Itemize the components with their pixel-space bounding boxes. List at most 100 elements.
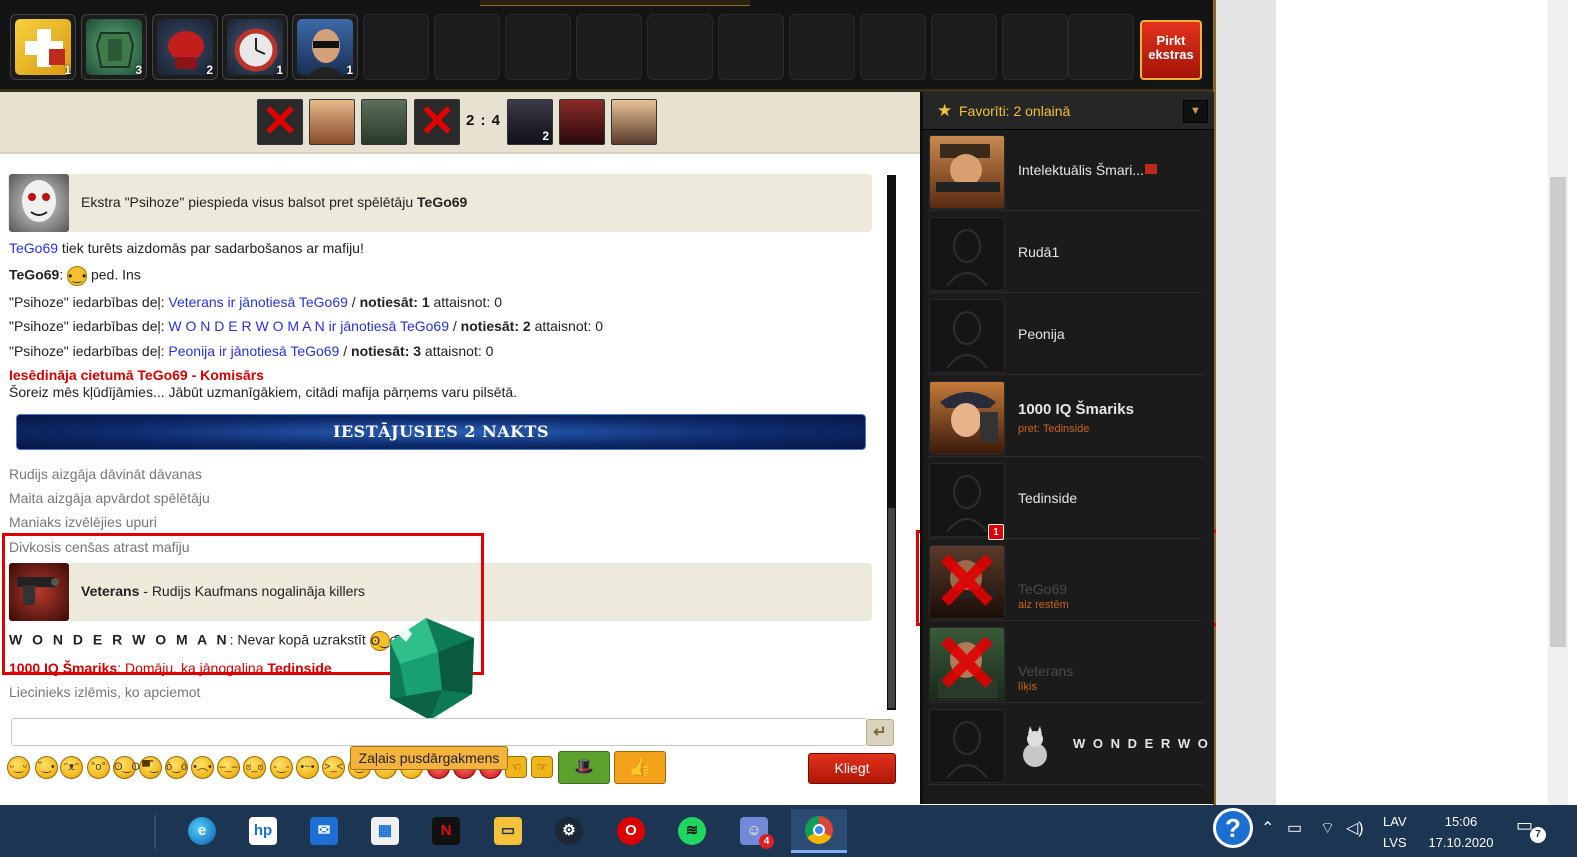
extra-first-aid[interactable]: 1 (10, 14, 76, 80)
player-avatar[interactable] (309, 99, 355, 145)
shout-button[interactable]: Kliegt (808, 753, 896, 784)
favorite-row[interactable]: Tedinside (927, 461, 1203, 539)
thumbs-up-button[interactable]: 👍 (614, 751, 666, 784)
extra-slot-empty (789, 14, 855, 80)
extra-slot-empty (363, 14, 429, 80)
chevron-down-icon[interactable]: ▼ (1183, 100, 1208, 123)
extra-agent[interactable]: 1 (292, 14, 358, 80)
extra-count: 2 (206, 63, 213, 77)
extra-alarm-clock[interactable]: 1 (222, 14, 288, 80)
chrome-icon[interactable] (791, 809, 847, 853)
crazy-emoji-icon[interactable]: ò‿ó (165, 756, 188, 779)
surprised-emoji-icon[interactable]: °o° (87, 756, 110, 779)
top-title-strip (480, 0, 750, 6)
page-scrollbar[interactable] (1548, 0, 1568, 805)
player-avatar-eliminated[interactable]: ✕ (414, 99, 460, 145)
mail-icon[interactable]: ✉ (300, 809, 348, 853)
edge-icon[interactable]: e (178, 809, 226, 853)
angry-emoji-icon[interactable]: >_< (322, 756, 345, 779)
favorite-row[interactable]: Peonija (927, 297, 1203, 375)
neutral-emoji-icon[interactable]: –_– (217, 756, 240, 779)
jail-announcement: Iesēdināja cietumā TeGo69 - Komisārs (9, 367, 264, 383)
spotify-icon[interactable]: ≋ (668, 809, 716, 853)
gem-tooltip: Zaļais pusdārgakmens (350, 746, 508, 770)
point-hand-icon[interactable]: ☞ (531, 756, 553, 778)
sad-emoji-icon[interactable]: •︵• (191, 756, 214, 779)
chat-input[interactable] (11, 718, 867, 746)
favorite-name: Rudā1 (1018, 244, 1060, 260)
extra-slot-empty (1002, 14, 1068, 80)
buy-extras-button[interactable]: Pirkt ekstras (1140, 20, 1202, 80)
battery-icon[interactable]: ▭ (1287, 818, 1302, 838)
favorite-row[interactable]: W O N D E R W O M A N (927, 707, 1214, 785)
star-icon: ★ (937, 101, 953, 120)
system-message: Ekstra "Psihoze" piespieda visus balsot … (8, 174, 872, 232)
netflix-icon[interactable]: N (422, 809, 470, 853)
vote-line: "Psihoze" iedarbības deļ: W O N D E R W … (9, 318, 604, 334)
opera-icon[interactable]: O (607, 809, 655, 853)
extra-slot-empty (718, 14, 784, 80)
player-avatar[interactable]: 2 (507, 99, 553, 145)
favorite-row[interactable]: Rudā1 (927, 215, 1203, 293)
extra-armor[interactable]: 3 (81, 14, 147, 80)
notification-center-icon[interactable]: ▭ 7 (1516, 815, 1546, 843)
discord-icon[interactable]: ☺ 4 (730, 809, 778, 853)
chat-line: TeGo69: •‿• ped. Ins (9, 266, 141, 286)
favorite-name: Tedinside (1018, 490, 1078, 506)
store-icon[interactable]: ▦ (361, 809, 409, 853)
chevron-up-icon[interactable]: ⌃ (1261, 818, 1274, 838)
scroll-thumb[interactable] (1550, 177, 1566, 647)
extra-boxing-glove[interactable]: 2 (152, 14, 218, 80)
wifi-icon[interactable]: ⌔ (1320, 818, 1335, 838)
extra-slot-empty (931, 14, 997, 80)
worried-emoji-icon[interactable]: ಠ_ಠ (243, 756, 266, 779)
favorite-name: Intelektuālis Šmari... (1018, 162, 1145, 178)
steam-icon[interactable]: ⚙ (545, 809, 593, 853)
silhouette-icon (946, 721, 988, 778)
player-avatar[interactable] (611, 99, 657, 145)
point-hand-icon[interactable]: ☜ (505, 756, 527, 778)
favorite-row[interactable]: 1000 IQ Šmariks pret: Tedinside (927, 379, 1203, 457)
player-name[interactable]: TeGo69 (9, 267, 59, 283)
avatar-count-badge: 2 (542, 129, 549, 143)
favorites-title: Favorīti: 2 onlainā (959, 103, 1071, 119)
scroll-thumb[interactable] (888, 508, 895, 708)
player-avatar[interactable] (361, 99, 407, 145)
sleepy-emoji-icon[interactable]: -‿- (270, 756, 293, 779)
clock[interactable]: 15:06 17.10.2020 (1425, 811, 1497, 853)
favorite-row[interactable]: ✕ Veterans līķis (927, 625, 1203, 703)
avatar (929, 217, 1005, 291)
player-avatar[interactable] (559, 99, 605, 145)
confused-emoji-icon[interactable]: •~• (296, 756, 319, 779)
mafia-hat-button[interactable]: 🎩 (558, 751, 610, 784)
smile-emoji-icon[interactable]: ᵕ‿ᵕ (7, 756, 30, 779)
help-icon[interactable]: ? (1213, 808, 1253, 848)
player-avatar-eliminated[interactable]: ✕ (257, 99, 303, 145)
tongue-emoji-icon[interactable]: ᵔᴥᵔ (60, 756, 83, 779)
night-action: Maita aizgāja apvārdot spēlētāju (9, 490, 210, 506)
chat-scrollbar[interactable] (887, 175, 896, 710)
avatar: ✕ (929, 545, 1005, 619)
volume-icon[interactable]: ◁) (1346, 818, 1364, 838)
favorite-name: Veterans (1018, 663, 1074, 679)
avatar (929, 135, 1005, 209)
players-strip: ✕ ✕ 2 : 4 2 (0, 92, 920, 154)
favorites-panel: ★ Favorīti: 2 onlainā ▼ Intelektuālis Šm… (920, 92, 1214, 804)
hp-support-icon[interactable]: hp (239, 809, 287, 853)
favorite-status: līķis (1018, 681, 1037, 693)
file-explorer-icon[interactable]: ▭ (484, 809, 532, 853)
extra-slot-empty (647, 14, 713, 80)
enter-arrow-icon[interactable]: ↵ (866, 719, 894, 746)
grin-emoji-icon[interactable]: ʘ‿ʘ (113, 756, 140, 779)
night-banner: IESTĀJUSIES 2 NAKTS (16, 414, 866, 450)
favorite-row[interactable]: Intelektuālis Šmari... (927, 133, 1203, 211)
sleepy-emoji-icon: •‿• (67, 266, 88, 286)
cross-icon: ✕ (261, 99, 299, 145)
avatar (929, 709, 1005, 783)
wink-emoji-icon[interactable]: ˘‿• (35, 756, 58, 779)
language-indicator[interactable]: LAV LVS (1383, 811, 1407, 853)
favorite-row[interactable]: ✕ TeGo69 aiz restēm (927, 543, 1203, 621)
player-link[interactable]: TeGo69 (9, 240, 58, 256)
cool-emoji-icon[interactable]: ▀̿‿ (139, 756, 162, 779)
jail-note: Šoreiz mēs kļūdījāmies... Jābūt uzmanīgā… (9, 384, 518, 400)
